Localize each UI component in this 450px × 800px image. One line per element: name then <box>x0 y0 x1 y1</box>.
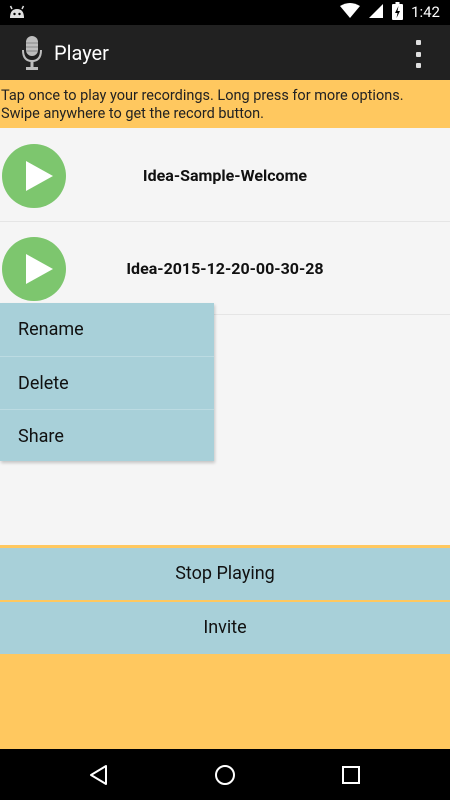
recording-row[interactable]: Idea-2015-12-20-00-30-28 <box>0 223 450 315</box>
navigation-bar <box>0 749 450 800</box>
menu-item-share[interactable]: Share <box>0 409 214 462</box>
app-title: Player <box>54 41 109 65</box>
recording-row[interactable]: Idea-Sample-Welcome <box>0 130 450 222</box>
instructions-line-1: Tap once to play your recordings. Long p… <box>1 87 404 104</box>
menu-item-rename[interactable]: Rename <box>0 303 214 356</box>
instructions-banner: Tap once to play your recordings. Long p… <box>0 80 450 128</box>
status-icons: 1:42 <box>340 1 440 24</box>
wifi-icon <box>340 2 361 23</box>
bottom-button-area: Stop Playing Invite <box>0 545 450 749</box>
context-menu: Rename Delete Share <box>0 303 214 461</box>
back-icon[interactable] <box>86 762 112 788</box>
recording-title: Idea-2015-12-20-00-30-28 <box>126 259 324 278</box>
android-icon <box>8 4 26 20</box>
microphone-icon <box>18 35 46 71</box>
battery-charging-icon <box>392 1 404 24</box>
signal-icon <box>368 3 384 23</box>
status-time: 1:42 <box>411 3 440 21</box>
invite-button[interactable]: Invite <box>0 602 450 654</box>
stop-playing-button[interactable]: Stop Playing <box>0 548 450 600</box>
instructions-line-2: Swipe anywhere to get the record button. <box>1 105 264 122</box>
menu-item-delete[interactable]: Delete <box>0 356 214 409</box>
app-root: 1:42 Player Tap once to play your record… <box>0 0 450 800</box>
action-bar: Player <box>0 25 450 80</box>
recording-title: Idea-Sample-Welcome <box>142 166 308 185</box>
overflow-menu-icon[interactable] <box>404 40 432 68</box>
recents-icon[interactable] <box>338 762 364 788</box>
status-bar: 1:42 <box>0 0 450 25</box>
home-icon[interactable] <box>212 762 238 788</box>
